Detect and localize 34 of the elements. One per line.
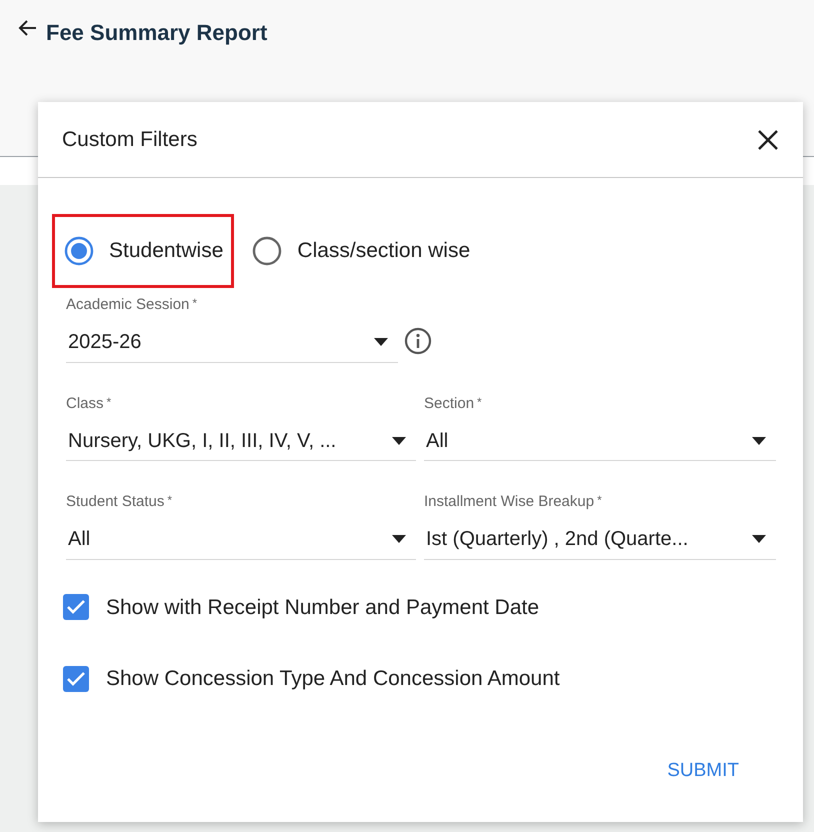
select-field[interactable]: Nursery, UKG, I, II, III, IV, V, ... bbox=[66, 421, 416, 461]
checkbox[interactable] bbox=[62, 664, 90, 693]
radio-button[interactable] bbox=[63, 235, 95, 267]
required-mark: * bbox=[597, 492, 602, 509]
dropdown-caret-icon[interactable] bbox=[392, 436, 406, 444]
page-title: Fee Summary Report bbox=[46, 19, 268, 47]
checkbox-label[interactable]: Show with Receipt Number and Payment Date bbox=[106, 592, 540, 623]
select-field[interactable]: All bbox=[66, 520, 416, 560]
radio-label[interactable]: Class/section wise bbox=[297, 235, 470, 267]
radio-option[interactable]: Class/section wise bbox=[240, 214, 482, 288]
select-field[interactable]: All bbox=[424, 421, 776, 461]
dropdown-caret-icon[interactable] bbox=[752, 436, 766, 444]
dropdown-caret-icon[interactable] bbox=[392, 535, 406, 543]
field-label: Installment Wise Breakup bbox=[424, 492, 594, 512]
radio-label[interactable]: Studentwise bbox=[109, 235, 224, 267]
submit-button[interactable]: SUBMIT bbox=[667, 756, 739, 785]
field-label: Class bbox=[66, 394, 104, 414]
required-mark: * bbox=[167, 492, 172, 509]
close-icon[interactable] bbox=[757, 128, 779, 150]
dialog-title: Custom Filters bbox=[62, 126, 198, 153]
select-field[interactable]: 2025-26 bbox=[66, 322, 398, 362]
checkbox[interactable] bbox=[62, 593, 90, 622]
field-label: Student Status bbox=[66, 492, 164, 512]
field-label: Academic Session bbox=[66, 295, 190, 315]
required-mark: * bbox=[106, 394, 112, 410]
field-label: Section bbox=[424, 394, 474, 414]
select-field[interactable]: Ist (Quarterly) , 2nd (Quarte... bbox=[424, 520, 776, 560]
required-mark: * bbox=[192, 295, 198, 312]
radio-button[interactable] bbox=[251, 235, 284, 267]
info-icon[interactable] bbox=[404, 326, 432, 354]
dropdown-caret-icon[interactable] bbox=[752, 535, 766, 543]
required-mark: * bbox=[477, 394, 482, 410]
dropdown-caret-icon[interactable] bbox=[374, 338, 388, 346]
checkbox-label[interactable]: Show Concession Type And Concession Amount bbox=[106, 663, 560, 694]
